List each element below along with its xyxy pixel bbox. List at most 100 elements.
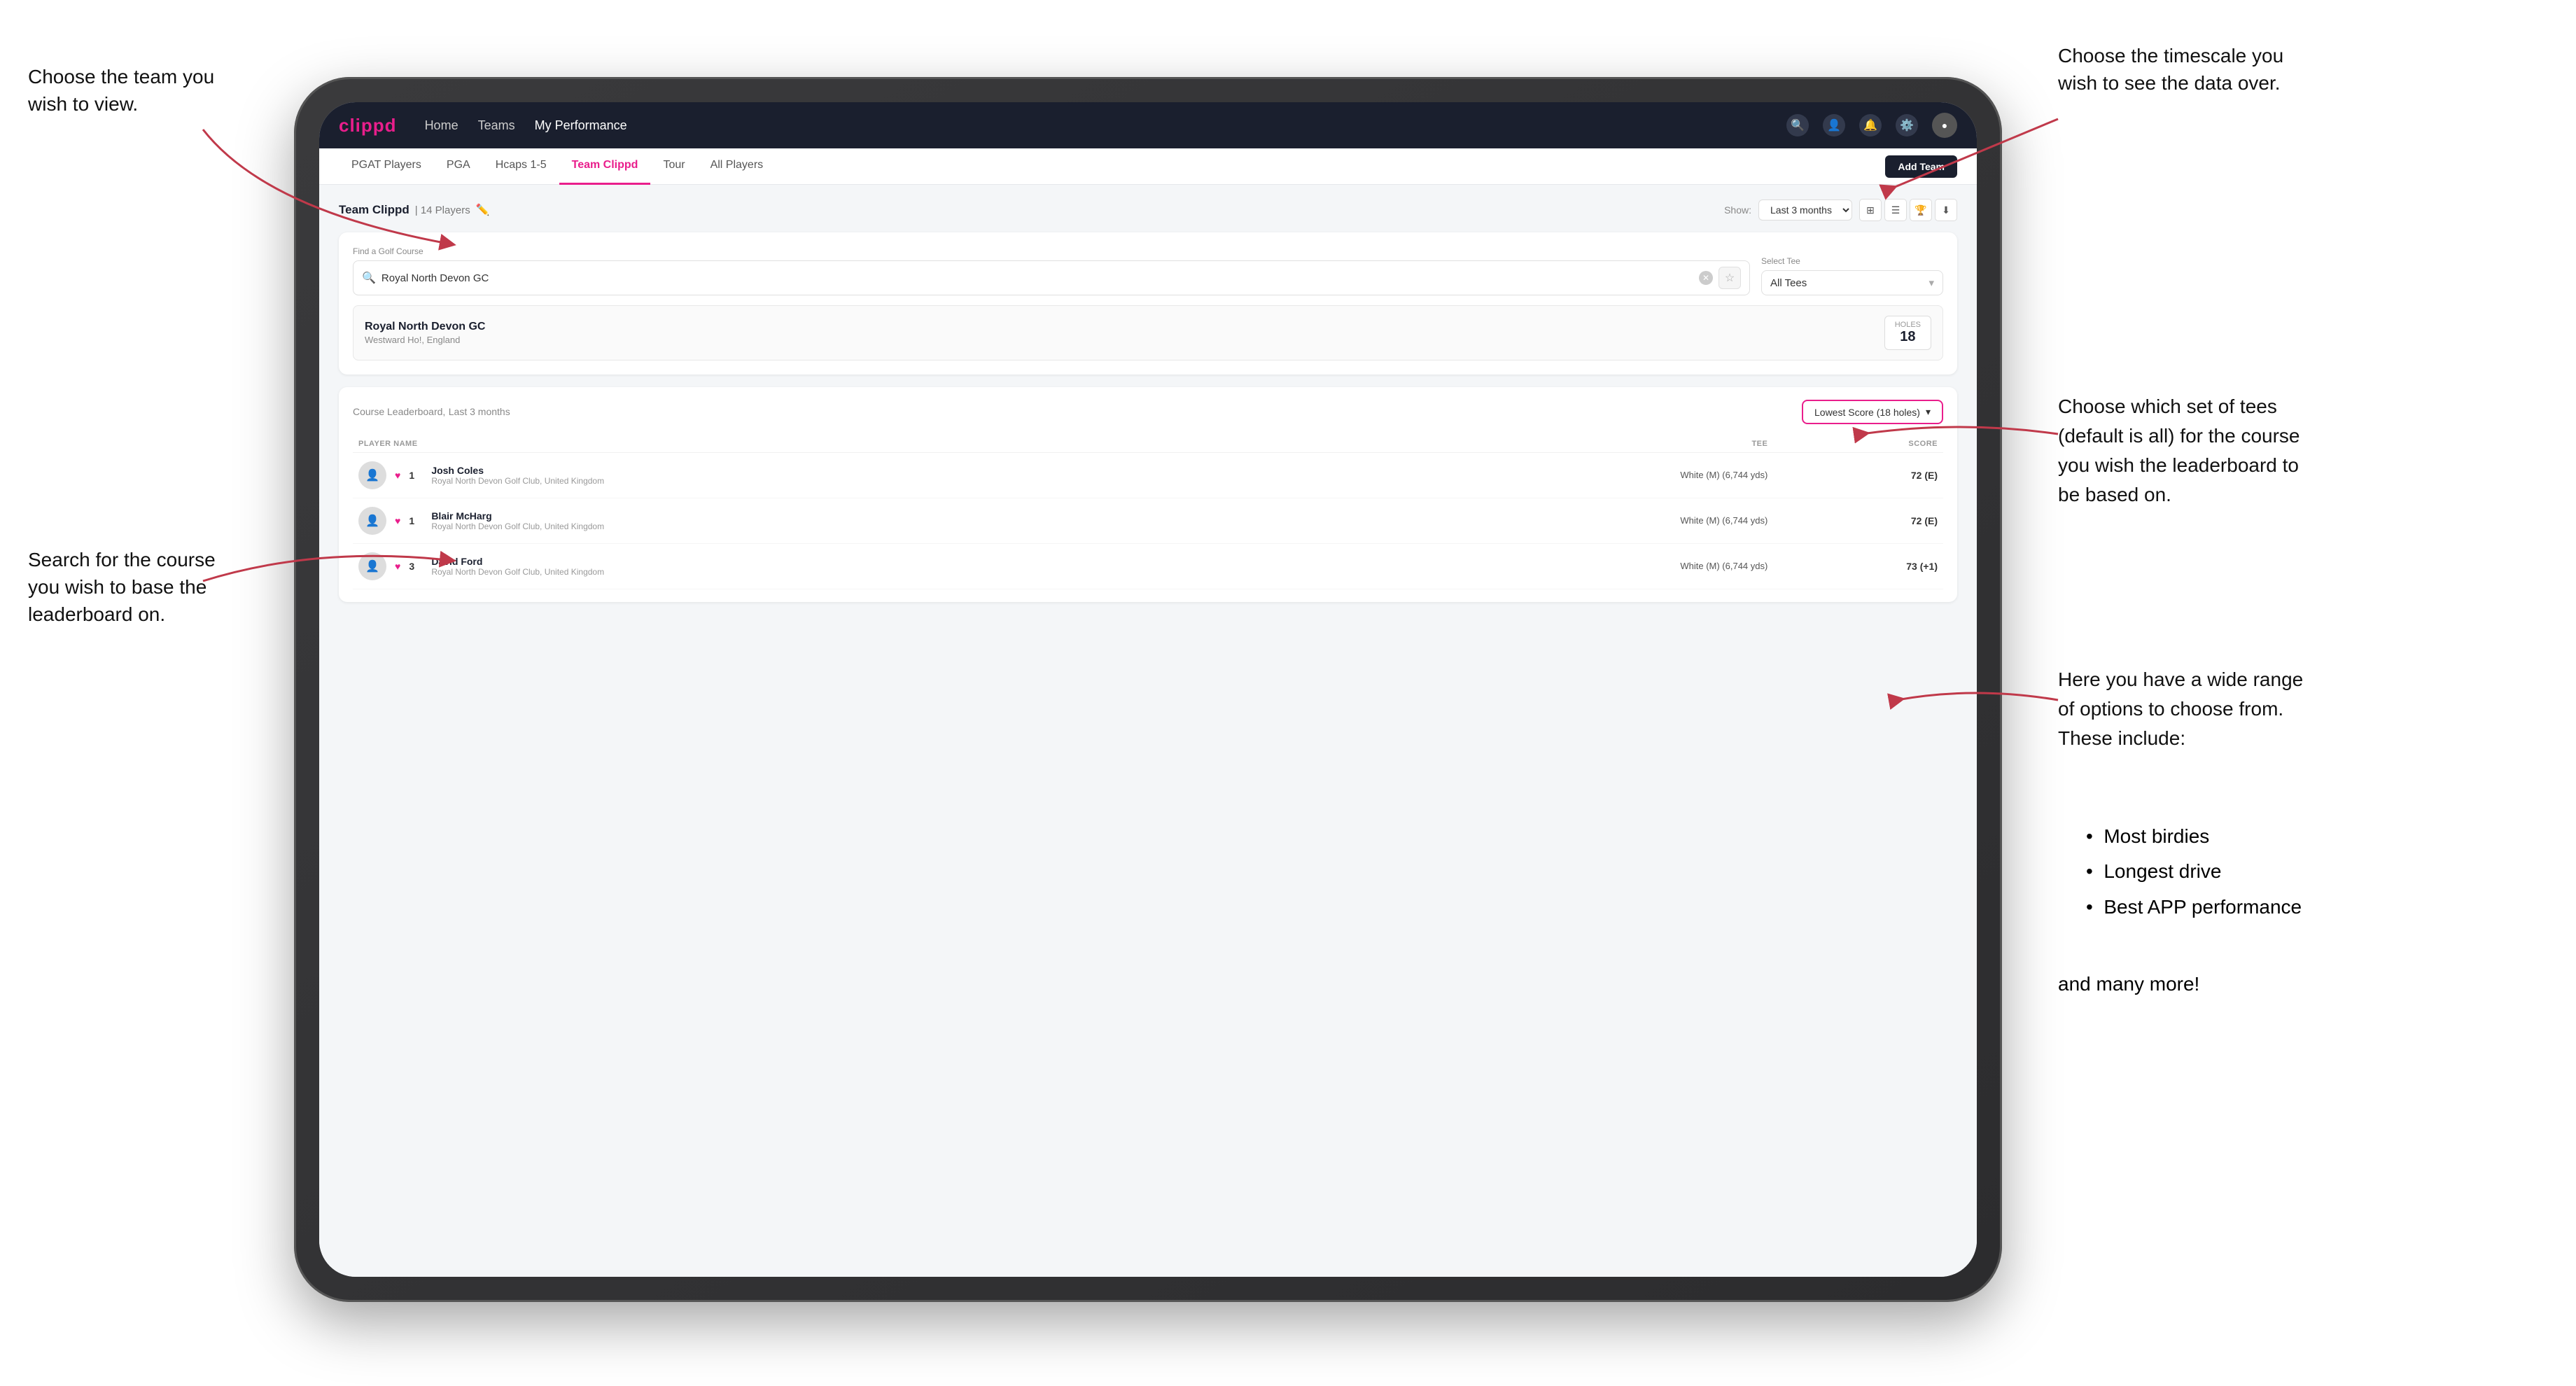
sub-nav-team-clippd[interactable]: Team Clippd (559, 148, 651, 185)
leaderboard-section: Course Leaderboard, Last 3 months Lowest… (339, 387, 1957, 602)
and-many-more: and many more! (2058, 973, 2199, 995)
time-range-select[interactable]: Last 3 months (1758, 200, 1852, 220)
player-cell-1: 👤 ♥ 1 Blair McHarg Royal North Devon Gol… (353, 498, 1379, 544)
player-club-2: Royal North Devon Golf Club, United King… (431, 567, 604, 577)
tee-label: Select Tee (1761, 256, 1943, 266)
show-label: Show: (1724, 204, 1751, 216)
tee-select[interactable]: All Tees ▾ (1761, 270, 1943, 295)
sub-nav-all-players[interactable]: All Players (698, 148, 776, 185)
tee-value-2: White (M) (6,744 yds) (1680, 561, 1768, 571)
grid-view-icon[interactable]: ⊞ (1859, 199, 1882, 221)
chevron-down-icon: ▾ (1928, 276, 1934, 289)
tee-cell-0: White (M) (6,744 yds) (1379, 453, 1773, 498)
team-title: Team Clippd | 14 Players ✏️ (339, 203, 490, 217)
team-header: Team Clippd | 14 Players ✏️ Show: Last 3… (339, 199, 1957, 221)
holes-badge: Holes 18 (1884, 316, 1931, 350)
favorite-button[interactable]: ☆ (1718, 267, 1741, 289)
chevron-down-icon: ▾ (1926, 406, 1931, 418)
holes-value: 18 (1895, 329, 1921, 345)
score-cell-2: 73 (+1) (1773, 544, 1943, 589)
tee-field: Select Tee All Tees ▾ (1761, 256, 1943, 295)
score-type-button[interactable]: Lowest Score (18 holes) ▾ (1802, 400, 1943, 424)
list-view-icon[interactable]: ☰ (1884, 199, 1907, 221)
holes-label: Holes (1895, 321, 1921, 329)
course-name: Royal North Devon GC (365, 321, 485, 333)
player-cell-2: 👤 ♥ 3 David Ford Royal North Devon Golf … (353, 544, 1379, 589)
table-row: 👤 ♥ 1 Josh Coles Royal North Devon Golf … (353, 453, 1943, 498)
sub-nav-pgat[interactable]: PGAT Players (339, 148, 434, 185)
col-player: PLAYER NAME (353, 435, 1379, 453)
annotation-search-course: Search for the courseyou wish to base th… (28, 546, 216, 629)
leaderboard-title: Course Leaderboard, Last 3 months (353, 406, 510, 419)
sub-nav: PGAT Players PGA Hcaps 1-5 Team Clippd T… (319, 148, 1977, 185)
bullet-points: • Most birdies • Longest drive • Best AP… (2086, 819, 2302, 925)
course-info: Royal North Devon GC Westward Ho!, Engla… (365, 321, 485, 345)
score-cell-1: 72 (E) (1773, 498, 1943, 544)
score-value-2: 73 (+1) (1779, 561, 1938, 572)
rank-1: 1 (409, 515, 423, 526)
player-avatar-0: 👤 (358, 461, 386, 489)
table-header-row: PLAYER NAME TEE SCORE (353, 435, 1943, 453)
score-cell-0: 72 (E) (1773, 453, 1943, 498)
player-name-block-0: Josh Coles Royal North Devon Golf Club, … (431, 465, 604, 486)
annotation-timescale: Choose the timescale youwish to see the … (2058, 42, 2283, 97)
main-content: Team Clippd | 14 Players ✏️ Show: Last 3… (319, 185, 1977, 1277)
top-nav: clippd Home Teams My Performance 🔍 👤 🔔 ⚙… (319, 102, 1977, 148)
player-avatar-1: 👤 (358, 507, 386, 535)
settings-icon[interactable]: ⚙️ (1896, 114, 1918, 136)
tee-value-1: White (M) (6,744 yds) (1680, 515, 1768, 526)
player-club-0: Royal North Devon Golf Club, United King… (431, 476, 604, 486)
nav-logo: clippd (339, 115, 397, 136)
bell-icon[interactable]: 🔔 (1859, 114, 1882, 136)
sub-nav-pga[interactable]: PGA (434, 148, 483, 185)
download-icon[interactable]: ⬇ (1935, 199, 1957, 221)
sub-nav-hcaps[interactable]: Hcaps 1-5 (483, 148, 559, 185)
search-section: Find a Golf Course 🔍 ✕ ☆ Select Tee All … (339, 232, 1957, 374)
team-controls: Show: Last 3 months ⊞ ☰ 🏆 ⬇ (1724, 199, 1957, 221)
avatar[interactable]: ● (1932, 113, 1957, 138)
heart-icon-2[interactable]: ♥ (395, 561, 400, 572)
player-count: | 14 Players (415, 204, 470, 216)
clear-search-button[interactable]: ✕ (1699, 271, 1713, 285)
search-input-wrapper: 🔍 ✕ ☆ (353, 260, 1750, 295)
player-name-1: Blair McHarg (431, 510, 604, 522)
tee-cell-2: White (M) (6,744 yds) (1379, 544, 1773, 589)
person-icon[interactable]: 👤 (1823, 114, 1845, 136)
tablet-screen: clippd Home Teams My Performance 🔍 👤 🔔 ⚙… (319, 102, 1977, 1277)
table-row: 👤 ♥ 1 Blair McHarg Royal North Devon Gol… (353, 498, 1943, 544)
leaderboard-table: PLAYER NAME TEE SCORE 👤 ♥ 1 Josh Coles R… (353, 435, 1943, 589)
table-row: 👤 ♥ 3 David Ford Royal North Devon Golf … (353, 544, 1943, 589)
player-club-1: Royal North Devon Golf Club, United King… (431, 522, 604, 531)
annotation-options-title: Here you have a wide rangeof options to … (2058, 665, 2303, 753)
nav-link-home[interactable]: Home (425, 118, 458, 133)
rank-0: 1 (409, 470, 423, 481)
col-tee: TEE (1379, 435, 1773, 453)
col-score: SCORE (1773, 435, 1943, 453)
player-name-2: David Ford (431, 556, 604, 567)
nav-icons: 🔍 👤 🔔 ⚙️ ● (1786, 113, 1957, 138)
score-value-0: 72 (E) (1779, 470, 1938, 481)
heart-icon-0[interactable]: ♥ (395, 470, 400, 481)
course-result: Royal North Devon GC Westward Ho!, Engla… (353, 305, 1943, 360)
score-value-1: 72 (E) (1779, 515, 1938, 526)
player-name-block-1: Blair McHarg Royal North Devon Golf Club… (431, 510, 604, 531)
search-icon[interactable]: 🔍 (1786, 114, 1809, 136)
golf-course-field: Find a Golf Course 🔍 ✕ ☆ (353, 246, 1750, 295)
tee-cell-1: White (M) (6,744 yds) (1379, 498, 1773, 544)
heart-icon-1[interactable]: ♥ (395, 515, 400, 526)
player-avatar-2: 👤 (358, 552, 386, 580)
annotation-tees: Choose which set of tees(default is all)… (2058, 392, 2300, 510)
add-team-button[interactable]: Add Team (1885, 155, 1957, 178)
tee-value-0: White (M) (6,744 yds) (1680, 470, 1768, 480)
nav-link-performance[interactable]: My Performance (535, 118, 627, 133)
nav-link-teams[interactable]: Teams (478, 118, 515, 133)
rank-2: 3 (409, 561, 423, 572)
course-search-input[interactable] (382, 272, 1693, 284)
sub-nav-tour[interactable]: Tour (650, 148, 697, 185)
edit-team-icon[interactable]: ✏️ (476, 203, 490, 217)
course-location: Westward Ho!, England (365, 335, 485, 345)
leaderboard-header: Course Leaderboard, Last 3 months Lowest… (353, 400, 1943, 424)
search-row: Find a Golf Course 🔍 ✕ ☆ Select Tee All … (353, 246, 1943, 295)
nav-links: Home Teams My Performance (425, 118, 627, 133)
trophy-icon[interactable]: 🏆 (1910, 199, 1932, 221)
